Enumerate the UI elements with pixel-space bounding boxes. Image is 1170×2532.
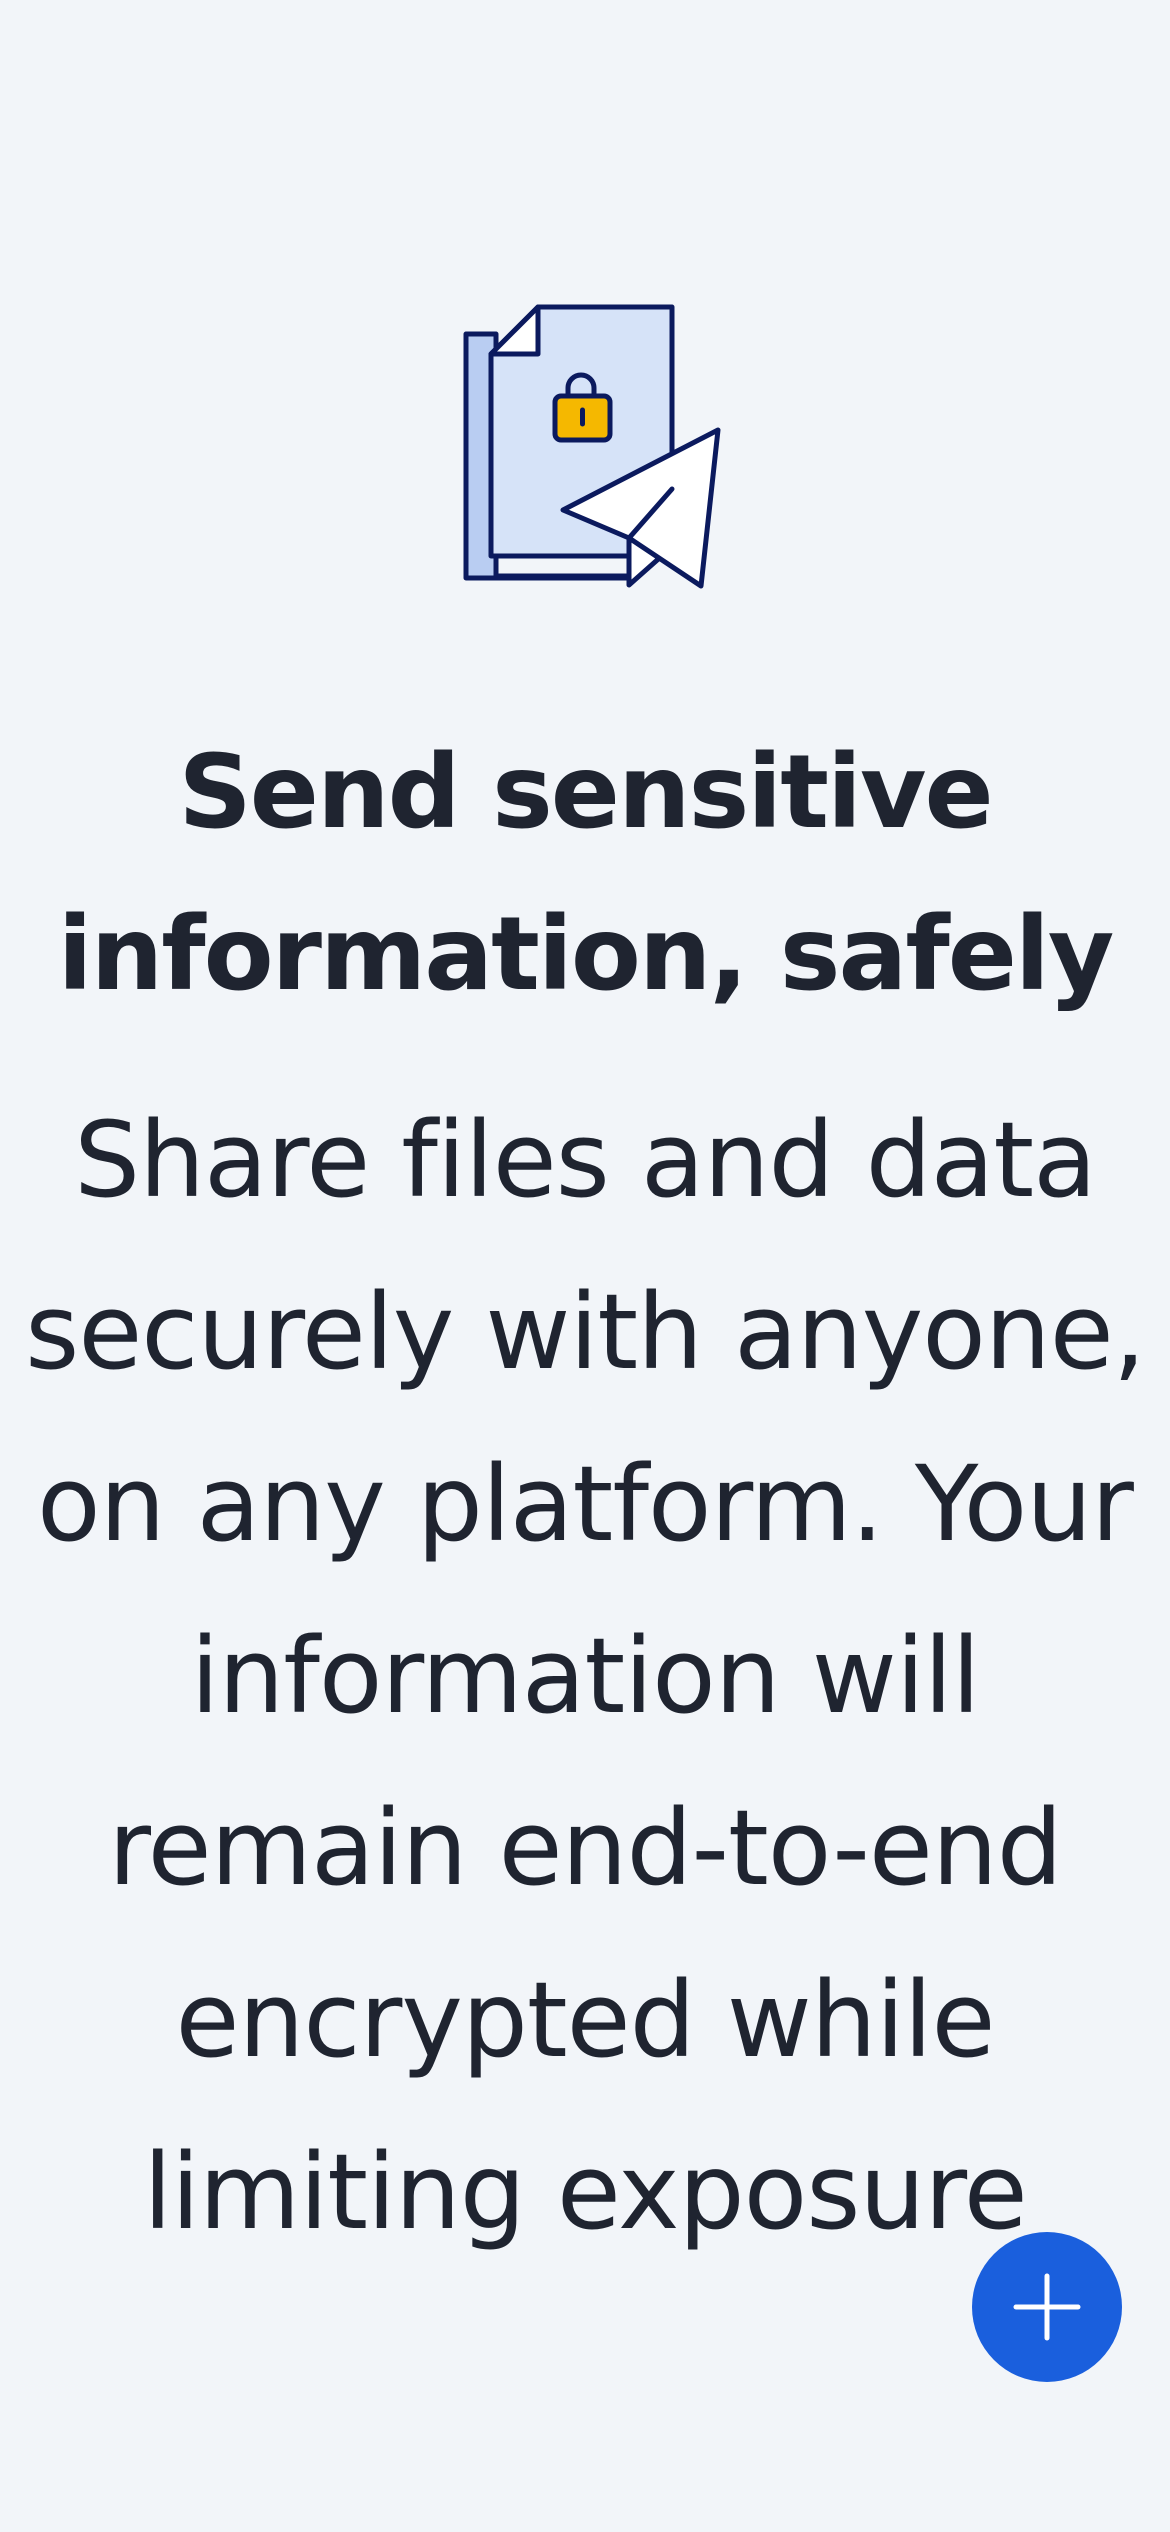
- empty-state-description: Share files and data securely with anyon…: [25, 1099, 1146, 2253]
- empty-state-title: Send sensitive information, safely: [57, 733, 1115, 1014]
- empty-state-illustration: [460, 300, 730, 600]
- add-button[interactable]: [972, 2232, 1122, 2382]
- locked-document-send-icon: [463, 304, 721, 589]
- plus-icon: [1013, 2273, 1081, 2341]
